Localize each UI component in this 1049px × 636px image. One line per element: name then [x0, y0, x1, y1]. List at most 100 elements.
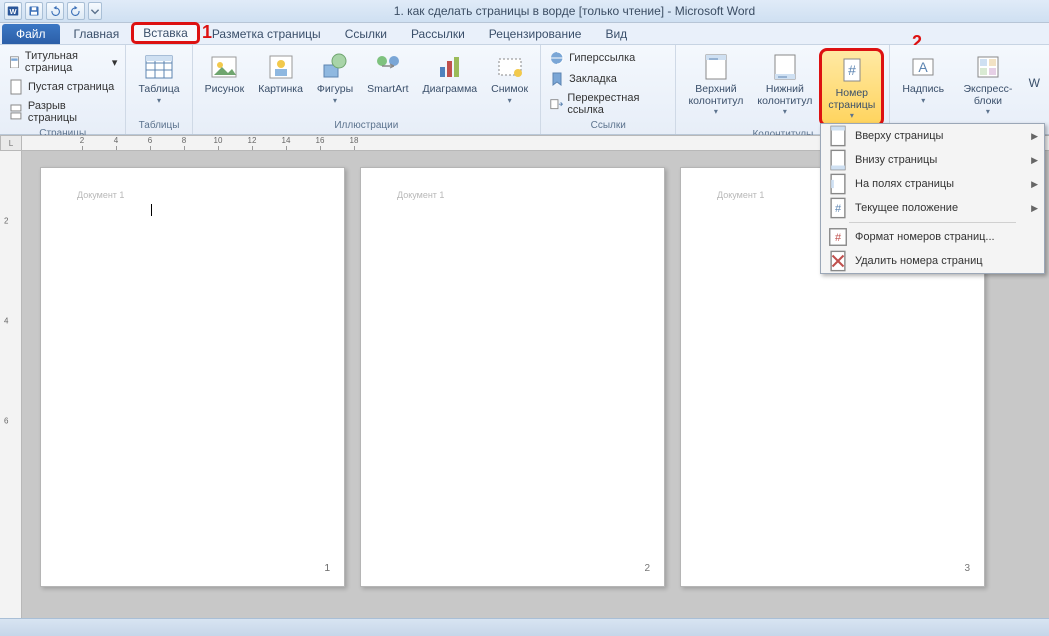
tab-references[interactable]: Ссылки [333, 23, 399, 44]
word-app-icon[interactable]: W [4, 2, 22, 20]
footer-icon [769, 51, 801, 83]
chevron-down-icon: ▾ [508, 96, 512, 105]
page-header-text: Документ 1 [717, 190, 764, 200]
clipart-icon [265, 51, 297, 83]
menu-page-margins[interactable]: На полях страницы ▶ [821, 172, 1044, 196]
page[interactable]: Документ 1 1 1 [40, 167, 345, 587]
text-cursor [151, 204, 152, 216]
qat-customize-icon[interactable] [88, 2, 102, 20]
cross-reference-button[interactable]: Перекрестная ссылка [546, 90, 670, 118]
cover-page-button[interactable]: Титульная страница▾ [5, 48, 120, 76]
group-label: Таблицы [131, 118, 186, 134]
footer-button[interactable]: Нижний колонтитул ▾ [750, 48, 819, 127]
status-bar [0, 618, 1049, 636]
menu-remove-page-numbers[interactable]: Удалить номера страниц [821, 249, 1044, 273]
page[interactable]: Документ 1 2 [360, 167, 665, 587]
svg-text:W: W [9, 7, 17, 16]
tab-review[interactable]: Рецензирование [477, 23, 594, 44]
group-label: Иллюстрации [198, 118, 535, 134]
tab-page-layout[interactable]: Разметка страницы [200, 23, 333, 44]
label: Пустая страница [28, 81, 114, 93]
screenshot-button[interactable]: Снимок ▾ [484, 48, 535, 106]
page-break-icon [8, 104, 24, 120]
label: Вверху страницы [855, 130, 1023, 142]
label: Закладка [569, 73, 617, 85]
page-header-text: Документ 1 [397, 190, 444, 200]
label: Таблица [138, 84, 179, 96]
group-illustrations: Рисунок Картинка Фигуры ▾ SmartArt Диагр… [193, 45, 541, 134]
group-text: A Надпись ▾ Экспресс-блоки ▾ W [890, 45, 1049, 134]
undo-icon[interactable] [46, 2, 64, 20]
quickparts-button[interactable]: Экспресс-блоки ▾ [951, 48, 1025, 117]
tab-home[interactable]: Главная [62, 23, 132, 44]
label: Рисунок [205, 84, 245, 96]
chevron-down-icon: ▾ [157, 96, 161, 105]
quickparts-icon [972, 51, 1004, 83]
label: Верхний колонтитул [688, 84, 743, 107]
hyperlink-button[interactable]: Гиперссылка [546, 48, 670, 68]
chart-button[interactable]: Диаграмма [416, 48, 485, 106]
redo-icon[interactable] [67, 2, 85, 20]
save-icon[interactable] [25, 2, 43, 20]
tab-view[interactable]: Вид [593, 23, 639, 44]
label: Формат номеров страниц... [855, 231, 1038, 243]
blank-page-button[interactable]: Пустая страница [5, 77, 120, 97]
label: Картинка [258, 84, 303, 96]
page-number: 2 [644, 563, 650, 574]
quick-access-toolbar: W [4, 2, 102, 20]
label: Титульная страница [25, 50, 108, 74]
cross-ref-icon [549, 96, 563, 112]
textbox-button[interactable]: A Надпись ▾ [895, 48, 951, 117]
page-number-menu: Вверху страницы ▶ Внизу страницы ▶ На по… [820, 123, 1045, 274]
label: Внизу страницы [855, 154, 1023, 166]
svg-text:#: # [835, 203, 842, 215]
picture-icon [208, 51, 240, 83]
label: Снимок [491, 84, 528, 96]
svg-text:#: # [835, 232, 842, 244]
blank-page-icon [8, 79, 24, 95]
page-number-icon: # [836, 55, 868, 87]
menu-format-page-numbers[interactable]: # Формат номеров страниц... [821, 225, 1044, 249]
group-pages: Титульная страница▾ Пустая страница Разр… [0, 45, 126, 134]
screenshot-icon [494, 51, 526, 83]
page-bottom-icon [827, 152, 849, 168]
page-number: 3 [964, 563, 970, 574]
menu-bottom-of-page[interactable]: Внизу страницы ▶ [821, 148, 1044, 172]
arrow-right-icon: ▶ [1031, 155, 1038, 166]
picture-button[interactable]: Рисунок [198, 48, 252, 106]
page-break-button[interactable]: Разрыв страницы [5, 98, 120, 126]
page-number-button[interactable]: # Номер страницы ▾ [819, 48, 884, 127]
table-button[interactable]: Таблица ▾ [131, 48, 186, 106]
menu-top-of-page[interactable]: Вверху страницы ▶ [821, 124, 1044, 148]
ruler-corner[interactable]: L [0, 135, 22, 151]
vertical-ruler[interactable]: 246 [0, 151, 22, 618]
label: Перекрестная ссылка [567, 92, 667, 116]
group-label: Ссылки [546, 118, 670, 134]
page-header-text: Документ 1 [77, 190, 124, 200]
tab-insert[interactable]: Вставка [131, 22, 200, 44]
page-top-icon [827, 128, 849, 144]
title-bar: W 1. как сделать страницы в ворде [тольк… [0, 0, 1049, 23]
smartart-button[interactable]: SmartArt [360, 48, 415, 106]
clipart-button[interactable]: Картинка [251, 48, 310, 106]
label: Номер страницы [828, 88, 875, 111]
chevron-down-icon: ▾ [921, 96, 925, 105]
label: Удалить номера страниц [855, 255, 1038, 267]
textbox-icon: A [907, 51, 939, 83]
tab-file[interactable]: Файл [2, 24, 60, 44]
menu-current-position[interactable]: # Текущее положение ▶ [821, 196, 1044, 220]
tab-mailings[interactable]: Рассылки [399, 23, 477, 44]
bookmark-button[interactable]: Закладка [546, 69, 670, 89]
svg-text:A: A [919, 59, 929, 75]
svg-text:#: # [848, 62, 856, 78]
label: Фигуры [317, 84, 353, 96]
bookmark-icon [549, 71, 565, 87]
ribbon-tabs: Файл Главная Вставка Разметка страницы С… [0, 23, 1049, 45]
ribbon: Титульная страница▾ Пустая страница Разр… [0, 45, 1049, 135]
chevron-down-icon: ▾ [850, 111, 854, 120]
header-button[interactable]: Верхний колонтитул ▾ [681, 48, 750, 127]
hyperlink-icon [549, 50, 565, 66]
arrow-right-icon: ▶ [1031, 131, 1038, 142]
group-header-footer: Верхний колонтитул ▾ Нижний колонтитул ▾… [676, 45, 890, 134]
shapes-button[interactable]: Фигуры ▾ [310, 48, 360, 106]
